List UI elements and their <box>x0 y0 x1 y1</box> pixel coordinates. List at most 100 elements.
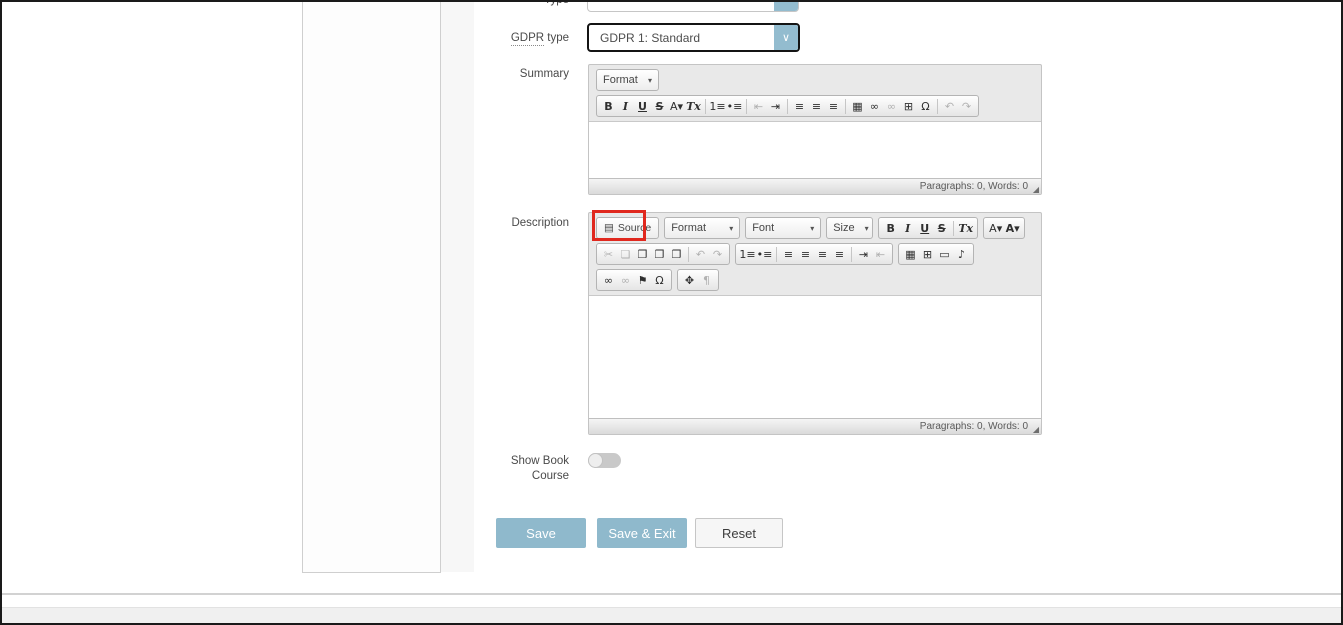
gdpr-type-select-value: GDPR 1: Standard <box>589 25 774 50</box>
anchor-icon[interactable]: ⚑ <box>634 271 651 289</box>
italic-icon[interactable]: I <box>899 219 916 237</box>
strikethrough-icon[interactable]: S <box>933 219 950 237</box>
save-and-exit-button[interactable]: Save & Exit <box>597 518 687 548</box>
footer-divider <box>2 593 1341 595</box>
summary-editor: Format ▾ BIUSA▾Tx1≡•≡⇤⇥≡≡≡▦∞∞⊞Ω↶↷ Paragr… <box>588 64 1042 195</box>
unlink-icon: ∞ <box>883 97 900 115</box>
toolbar-group: BIUSA▾Tx1≡•≡⇤⇥≡≡≡▦∞∞⊞Ω↶↷ <box>596 95 979 117</box>
align-center-icon[interactable]: ≡ <box>808 97 825 115</box>
font-dropdown[interactable]: Font ▾ <box>745 217 821 239</box>
unlink-icon: ∞ <box>617 271 634 289</box>
gdpr-label-rest: type <box>547 32 569 44</box>
summary-label: Summary <box>469 67 569 82</box>
horizontal-line-icon[interactable]: ▭ <box>936 245 953 263</box>
underline-icon[interactable]: U <box>916 219 933 237</box>
paste-word-icon[interactable]: ❐ <box>668 245 685 263</box>
size-dropdown[interactable]: Size ▾ <box>826 217 873 239</box>
combo-carat-icon: ▾ <box>638 76 652 85</box>
save-button[interactable]: Save <box>496 518 586 548</box>
align-center-icon[interactable]: ≡ <box>797 245 814 263</box>
toolbar-group: 1≡•≡≡≡≡≡⇥⇤ <box>735 243 893 265</box>
gdpr-type-select[interactable]: GDPR 1: Standard ∨ <box>587 23 800 52</box>
description-toolbar-row2: ✂❏❐❐❐↶↷1≡•≡≡≡≡≡⇥⇤▦⊞▭♪ <box>589 239 1041 265</box>
text-color-icon[interactable]: A▾ <box>987 219 1004 237</box>
toolbar-separator <box>851 247 852 262</box>
strikethrough-icon[interactable]: S <box>651 97 668 115</box>
remove-format-icon[interactable]: Tx <box>957 219 974 237</box>
format-dropdown[interactable]: Format ▾ <box>596 69 659 91</box>
content-gutter <box>441 0 474 572</box>
format-dropdown[interactable]: Format ▾ <box>664 217 740 239</box>
remove-format-icon[interactable]: Tx <box>685 97 702 115</box>
table-icon[interactable]: ⊞ <box>900 97 917 115</box>
description-toolbar-row1: ▤ Source Format ▾ Font ▾ Size ▾ BIUS Tx A▾… <box>589 213 1041 239</box>
toolbar-separator <box>937 99 938 114</box>
chevron-down-icon[interactable]: ∨ <box>774 0 798 11</box>
align-right-icon[interactable]: ≡ <box>814 245 831 263</box>
resize-handle[interactable]: ◢ <box>1033 185 1039 194</box>
indent-icon[interactable]: ⇥ <box>767 97 784 115</box>
bold-icon[interactable]: B <box>882 219 899 237</box>
description-editing-area[interactable] <box>589 295 1041 418</box>
underline-icon[interactable]: U <box>634 97 651 115</box>
toolbar-group: ✂❏❐❐❐↶↷ <box>596 243 730 265</box>
link-icon[interactable]: ∞ <box>866 97 883 115</box>
document-icon: ▤ <box>604 222 614 234</box>
type-label: Type <box>469 0 569 8</box>
source-button[interactable]: ▤ Source <box>596 217 659 239</box>
description-status-bar: Paragraphs: 0, Words: 0 ◢ <box>589 418 1041 434</box>
outdent-icon: ⇤ <box>750 97 767 115</box>
audio-icon[interactable]: ♪ <box>953 245 970 263</box>
undo-icon: ↶ <box>941 97 958 115</box>
indent-icon[interactable]: ⇥ <box>855 245 872 263</box>
paste-text-icon[interactable]: ❐ <box>651 245 668 263</box>
toolbar-separator <box>776 247 777 262</box>
type-select[interactable]: Please Select ∨ <box>587 0 799 12</box>
align-left-icon[interactable]: ≡ <box>780 245 797 263</box>
image-icon[interactable]: ▦ <box>849 97 866 115</box>
show-book-course-toggle[interactable] <box>588 453 621 468</box>
toolbar-group: ▦⊞▭♪ <box>898 243 974 265</box>
toolbar-separator <box>746 99 747 114</box>
align-left-icon[interactable]: ≡ <box>791 97 808 115</box>
italic-icon[interactable]: I <box>617 97 634 115</box>
special-char-icon[interactable]: Ω <box>917 97 934 115</box>
description-editor: ▤ Source Format ▾ Font ▾ Size ▾ BIUS Tx A▾… <box>588 212 1042 435</box>
copy-icon: ❏ <box>617 245 634 263</box>
toggle-knob <box>588 453 603 468</box>
resize-handle[interactable]: ◢ <box>1033 425 1039 434</box>
numbered-list-icon[interactable]: 1≡ <box>709 97 726 115</box>
toolbar-group: BIUS Tx <box>878 217 978 239</box>
undo-icon: ↶ <box>692 245 709 263</box>
maximize-icon[interactable]: ✥ <box>681 271 698 289</box>
toolbar-group: ∞∞⚑Ω <box>596 269 672 291</box>
paste-icon[interactable]: ❐ <box>634 245 651 263</box>
background-color-icon[interactable]: A▾ <box>1004 219 1021 237</box>
numbered-list-icon[interactable]: 1≡ <box>739 245 756 263</box>
image-icon[interactable]: ▦ <box>902 245 919 263</box>
summary-toolbar-row1: Format ▾ <box>589 65 1041 91</box>
toolbar-separator <box>953 221 954 236</box>
chevron-down-icon[interactable]: ∨ <box>774 25 798 50</box>
toolbar-separator <box>705 99 706 114</box>
toolbar-group: ✥¶ <box>677 269 719 291</box>
toolbar-separator <box>688 247 689 262</box>
description-word-count: Paragraphs: 0, Words: 0 <box>920 421 1028 432</box>
summary-editing-area[interactable] <box>589 121 1041 178</box>
bulleted-list-icon[interactable]: •≡ <box>726 97 743 115</box>
special-char-icon[interactable]: Ω <box>651 271 668 289</box>
link-icon[interactable]: ∞ <box>600 271 617 289</box>
footer-bar <box>2 607 1341 623</box>
align-right-icon[interactable]: ≡ <box>825 97 842 115</box>
side-panel-card <box>302 0 441 573</box>
page: Type Please Select ∨ GDPR type GDPR 1: S… <box>0 0 1343 625</box>
bold-icon[interactable]: B <box>600 97 617 115</box>
table-icon[interactable]: ⊞ <box>919 245 936 263</box>
reset-button[interactable]: Reset <box>695 518 783 548</box>
bulleted-list-icon[interactable]: •≡ <box>756 245 773 263</box>
text-color-icon[interactable]: A▾ <box>668 97 685 115</box>
gdpr-type-label: GDPR type <box>469 31 569 46</box>
description-label: Description <box>469 216 569 231</box>
toolbar-separator <box>845 99 846 114</box>
align-justify-icon[interactable]: ≡ <box>831 245 848 263</box>
